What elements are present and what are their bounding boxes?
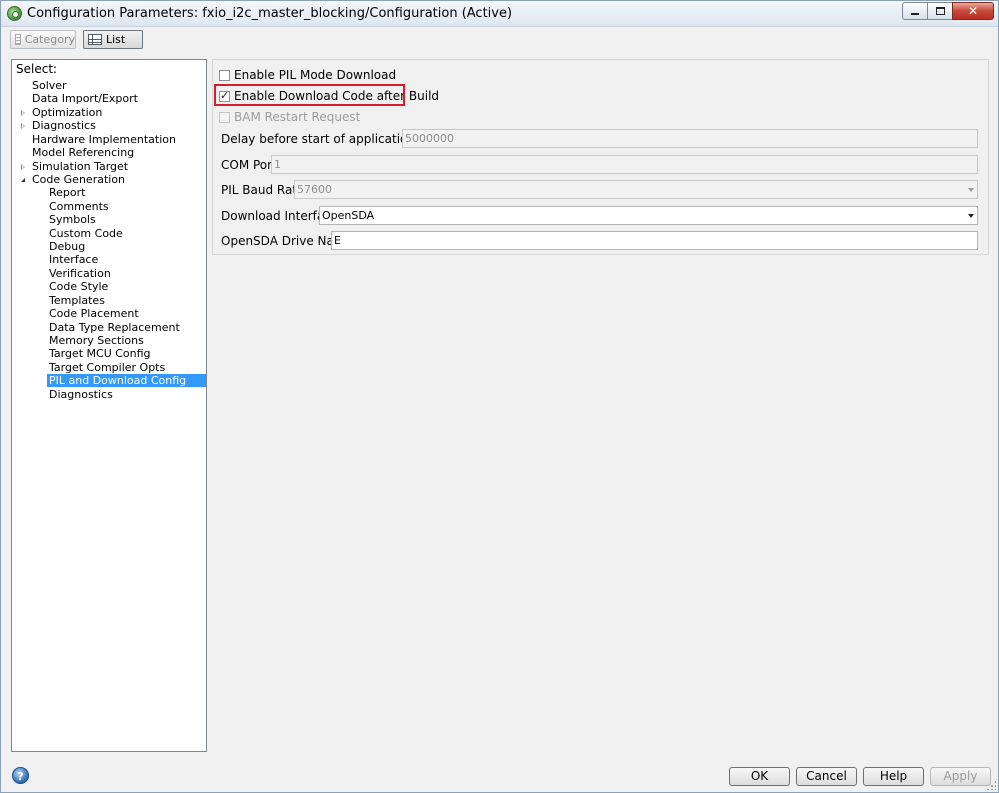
tree-item[interactable]: Debug — [47, 240, 88, 253]
category-tree[interactable]: Select: Solver Data Import/Export Optimiza… — [11, 59, 207, 752]
collapsed-triangle-icon[interactable] — [21, 123, 25, 130]
help-button[interactable]: Help — [863, 767, 924, 786]
tree-item-label: Comments — [49, 199, 109, 213]
tree-item[interactable]: Comments — [47, 200, 112, 213]
tree-item[interactable]: Diagnostics — [30, 119, 99, 132]
tree-item[interactable]: Report — [47, 186, 88, 199]
tree-item[interactable]: Symbols — [47, 213, 99, 226]
baud-rate-value: 57600 — [297, 183, 332, 196]
tree-item[interactable]: Target Compiler Opts — [47, 361, 168, 374]
tree-item[interactable]: Diagnostics — [47, 388, 116, 401]
chevron-down-icon — [968, 214, 974, 218]
collapsed-triangle-icon[interactable] — [21, 109, 25, 116]
expanded-triangle-icon[interactable] — [21, 177, 25, 182]
collapsed-triangle-icon[interactable] — [21, 163, 25, 170]
tree-item[interactable]: Code Style — [47, 280, 111, 293]
bam-restart-checkbox-row: BAM Restart Request — [219, 109, 360, 125]
tree-item[interactable]: Interface — [47, 253, 101, 266]
tree-item[interactable]: Simulation Target — [30, 160, 131, 173]
close-icon: ✕ — [967, 4, 979, 18]
tree-item[interactable]: Memory Sections — [47, 334, 147, 347]
minimize-icon — [911, 13, 919, 15]
red-highlight-annotation — [214, 84, 405, 106]
tree-item[interactable]: Verification — [47, 267, 114, 280]
download-interface-select[interactable]: OpenSDA — [319, 206, 978, 225]
cancel-button[interactable]: Cancel — [796, 767, 857, 786]
bam-restart-label: BAM Restart Request — [234, 110, 361, 124]
tree-item[interactable]: Templates — [47, 294, 108, 307]
category-view-button[interactable]: Category — [10, 30, 76, 49]
tree-item-label: Optimization — [32, 105, 103, 119]
tree-item-label: Memory Sections — [49, 333, 144, 347]
tree-item-label: Hardware Implementation — [32, 132, 176, 146]
tree-item[interactable]: Data Import/Export — [30, 92, 141, 105]
tree-item-label: Model Referencing — [32, 146, 135, 160]
tree-item-label: Data Import/Export — [32, 92, 138, 106]
list-view-label: List — [106, 33, 126, 46]
category-view-icon — [15, 34, 21, 45]
tree-item-label: Symbols — [49, 213, 96, 227]
tree-item-label: Custom Code — [49, 226, 123, 240]
enable-pil-checkbox[interactable] — [219, 69, 230, 81]
close-button[interactable]: ✕ — [952, 2, 994, 20]
drive-name-input[interactable]: E — [331, 231, 978, 250]
tree-item-label: Code Placement — [49, 307, 139, 321]
tree-item[interactable]: Model Referencing — [30, 146, 137, 159]
view-toolbar: Category List — [1, 28, 998, 52]
tree-item-label: Code Style — [49, 280, 109, 294]
config-dialog: Configuration Parameters: fxio_i2c_maste… — [0, 0, 999, 793]
tree-item[interactable]: Target MCU Config — [47, 347, 154, 360]
com-port-label: COM Port — [221, 158, 277, 172]
tree-item[interactable]: Code Placement — [47, 307, 142, 320]
tree-item-label: Solver — [32, 79, 67, 92]
bam-restart-checkbox — [219, 111, 230, 123]
maximize-button[interactable] — [927, 2, 953, 20]
maximize-icon — [935, 7, 945, 15]
tree-item[interactable]: PIL and Download Config — [47, 374, 206, 388]
enable-pil-checkbox-row[interactable]: Enable PIL Mode Download — [219, 67, 396, 83]
help-question-icon[interactable]: ? — [12, 767, 29, 784]
enable-pil-label: Enable PIL Mode Download — [234, 68, 397, 82]
list-view-button[interactable]: List — [83, 30, 143, 49]
window-controls: ✕ — [902, 2, 994, 21]
tree-item[interactable]: Solver — [30, 79, 70, 92]
tree-item-label: Debug — [49, 240, 86, 254]
simulink-app-icon — [7, 6, 22, 21]
tree-item[interactable]: Optimization — [30, 106, 105, 119]
baud-rate-label: PIL Baud Rate — [221, 183, 305, 197]
tree-item-label: PIL and Download Config — [49, 374, 187, 388]
tree-item[interactable]: Hardware Implementation — [30, 133, 179, 146]
window-title: Configuration Parameters: fxio_i2c_maste… — [27, 6, 513, 21]
tree-item-label: Interface — [49, 253, 99, 267]
com-port-input: 1 — [271, 155, 978, 174]
ok-button[interactable]: OK — [729, 767, 790, 786]
tree-item-label: Data Type Replacement — [49, 320, 180, 334]
baud-rate-select: 57600 — [294, 180, 978, 199]
tree-item-label: Report — [49, 186, 86, 200]
tree-item-label: Target MCU Config — [49, 347, 151, 361]
tree-item-label: Diagnostics — [49, 387, 113, 401]
delay-input: 5000000 — [402, 129, 978, 148]
tree-item[interactable]: Data Type Replacement — [47, 321, 183, 334]
minimize-button[interactable] — [902, 2, 928, 20]
tree-item-label: Diagnostics — [32, 119, 96, 133]
tree-item-label: Simulation Target — [32, 159, 129, 173]
tree-header: Select: — [16, 62, 58, 76]
list-view-icon — [88, 34, 102, 45]
title-bar: Configuration Parameters: fxio_i2c_maste… — [1, 1, 998, 27]
apply-button: Apply — [930, 767, 991, 786]
tree-item[interactable]: Code Generation — [30, 173, 128, 186]
download-interface-value: OpenSDA — [322, 209, 375, 222]
tree-item-label: Target Compiler Opts — [49, 360, 166, 374]
tree-item-label: Templates — [49, 293, 105, 307]
tree-item-label: Verification — [49, 266, 111, 280]
tree-item[interactable]: Custom Code — [47, 227, 126, 240]
chevron-down-icon — [968, 188, 974, 192]
category-view-label: Category — [24, 33, 75, 46]
tree-item-label: Code Generation — [32, 172, 126, 186]
